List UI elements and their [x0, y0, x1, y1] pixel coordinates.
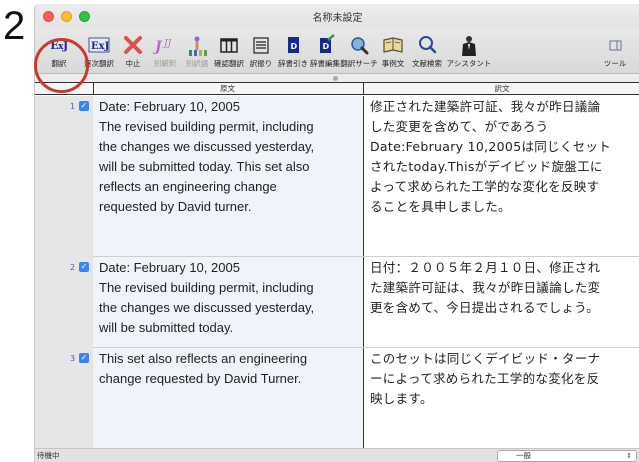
target-column-header[interactable]: 訳文 [363, 83, 639, 95]
title-bar: 名称未設定 [35, 4, 639, 28]
svg-text:JJ: JJ [162, 39, 173, 49]
columns-icon [211, 34, 247, 58]
app-window: 名称未設定 ExJ 翻訳 ExJ 逐次翻訳 中止 J JJ 別解釈 別訳語 確認… [34, 4, 639, 462]
source-cell[interactable]: Date: February 10, 2005 The revised buil… [93, 96, 363, 256]
dictionary-icon: D [275, 34, 311, 58]
target-cell[interactable]: このセットは同じくデイビッド・ターナ ーによって求められた工学的な変化を反 映し… [363, 348, 639, 448]
sentence-row[interactable]: 3 ✓ This set also reflects an engineerin… [35, 348, 639, 448]
svg-text:D: D [291, 42, 298, 51]
mode-select[interactable]: 一般 ⇕ [497, 450, 637, 462]
tool-button[interactable]: ツール [597, 32, 633, 72]
alt-word-icon [179, 34, 215, 58]
magnifier-icon [409, 34, 445, 58]
tool-label: ツール [603, 59, 627, 68]
window-title: 名称未設定 [312, 13, 363, 24]
row-number: 3 [70, 354, 76, 363]
sentence-row[interactable]: 2 ✓ Date: February 10, 2005 The revised … [35, 257, 639, 347]
lines-icon [243, 34, 279, 58]
svg-text:J: J [153, 39, 163, 55]
row-number: 2 [70, 263, 76, 272]
target-cell[interactable]: 修正された建築許可証、我々が昨日議論 した変更を含めて、がであろう Date:F… [363, 96, 639, 256]
row-checkbox[interactable]: ✓ [79, 353, 89, 363]
splitter-handle[interactable] [333, 76, 338, 81]
chevron-updown-icon: ⇕ [626, 452, 632, 460]
source-cell[interactable]: This set also reflects an engineering ch… [93, 348, 363, 448]
sentence-rows: 1 ✓ Date: February 10, 2005 The revised … [35, 96, 639, 448]
assistant-button[interactable]: アシスタント [447, 32, 491, 72]
sentence-row[interactable]: 1 ✓ Date: February 10, 2005 The revised … [35, 96, 639, 256]
example-book-icon [375, 34, 411, 58]
column-header-row: 原文 訳文 [35, 82, 639, 95]
assistant-label: アシスタント [446, 59, 492, 68]
row-number: 1 [70, 102, 76, 111]
source-column-header[interactable]: 原文 [93, 83, 361, 95]
tool-icon [597, 34, 633, 58]
assistant-icon [451, 34, 487, 58]
status-bar: 待機中 一般 ⇕ [35, 448, 639, 462]
row-checkbox[interactable]: ✓ [79, 101, 89, 111]
cancel-x-icon [115, 34, 151, 58]
highlight-circle [34, 38, 89, 93]
dictionary-edit-icon: D [307, 34, 343, 58]
row-checkbox[interactable]: ✓ [79, 262, 89, 272]
translation-table: 原文 訳文 1 ✓ Date: February 10, 2005 The re… [35, 82, 639, 448]
target-cell[interactable]: 日付：２００５年２月１０日、修正され た建築許可証は、我々が昨日議論した変 更を… [363, 257, 639, 347]
svg-text:ExJ: ExJ [91, 41, 110, 52]
source-cell[interactable]: Date: February 10, 2005 The revised buil… [93, 257, 363, 347]
step-number: 2 [3, 4, 26, 48]
svg-text:D: D [323, 42, 330, 51]
translation-search-icon [341, 34, 377, 58]
status-text: 待機中 [37, 451, 60, 460]
toolbar: ExJ 翻訳 ExJ 逐次翻訳 中止 J JJ 別解釈 別訳語 確認翻訳 訳振り… [35, 28, 639, 74]
alt-interpret-icon: J JJ [147, 34, 183, 58]
literature-search-button[interactable]: 文献検索 [409, 32, 445, 72]
mode-value: 一般 [516, 451, 531, 460]
